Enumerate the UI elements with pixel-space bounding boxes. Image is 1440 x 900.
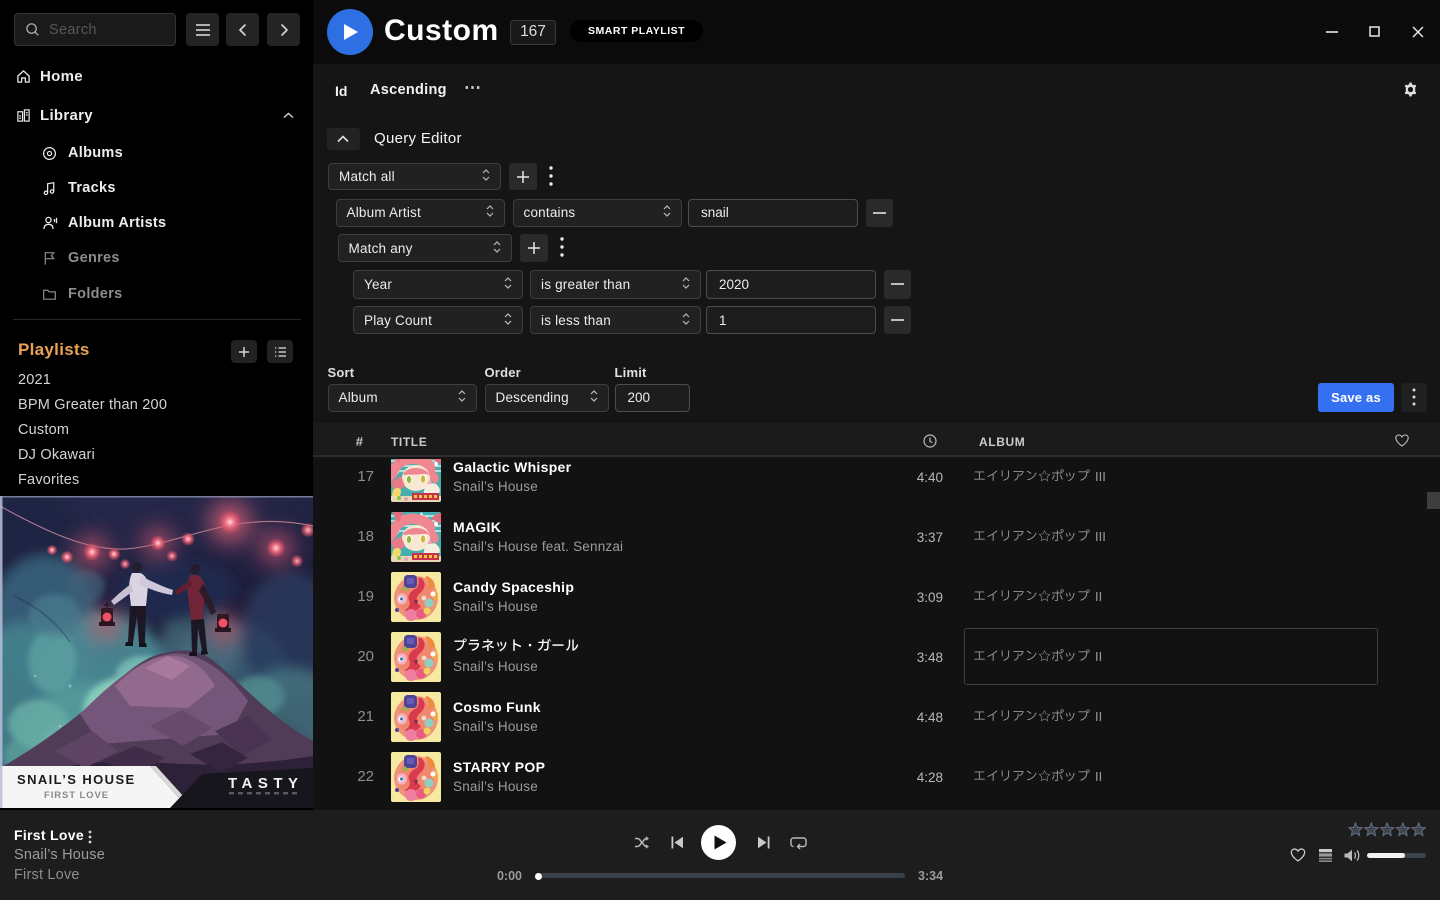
- svg-text:SNAIL’S HOUSE: SNAIL’S HOUSE: [17, 772, 136, 787]
- svg-text:FIRST LOVE: FIRST LOVE: [44, 790, 109, 801]
- svg-text:TASTY: TASTY: [228, 775, 304, 792]
